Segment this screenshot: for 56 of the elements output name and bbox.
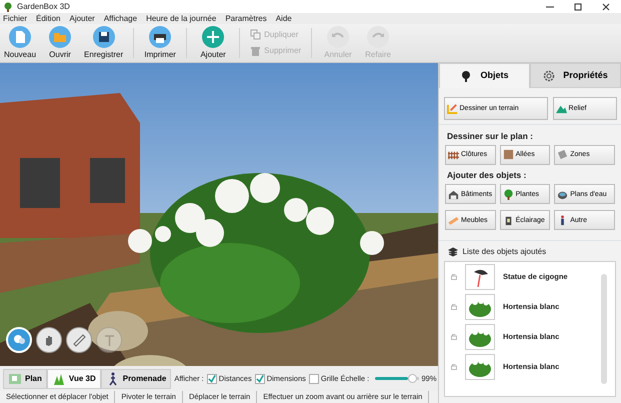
paving-icon <box>502 149 514 160</box>
menu-item[interactable]: Édition <box>36 12 60 24</box>
checkbox[interactable] <box>206 374 217 384</box>
maximize-icon <box>574 2 582 10</box>
menu-item[interactable]: Fichier <box>3 12 28 24</box>
checkbox[interactable] <box>254 374 265 384</box>
document-icon <box>9 26 32 48</box>
menu-item[interactable]: Aide <box>276 12 292 24</box>
close-icon <box>602 2 610 10</box>
toolbar-button[interactable]: Nouveau <box>0 24 40 62</box>
copy-icon <box>250 29 262 40</box>
checkmark-icon <box>208 374 216 383</box>
section-heading: Ajouter des objets : <box>446 169 528 182</box>
tree-icon <box>3 2 13 12</box>
tree-icon <box>460 70 472 82</box>
padlock-icon <box>451 273 457 280</box>
view-mode-tab[interactable]: Vue 3D <box>46 368 101 388</box>
section-heading: Dessiner sur le plan : <box>446 130 534 142</box>
scrollbar[interactable] <box>601 274 607 384</box>
view-mode-tab[interactable]: Plan <box>3 368 47 388</box>
tree-icon <box>502 188 514 200</box>
list-heading: Liste des objets ajoutés <box>462 246 546 258</box>
toolbar-button[interactable]: Ajouter <box>193 24 234 62</box>
toolbar-button[interactable]: Enregistrer <box>80 24 128 62</box>
padlock-icon <box>451 333 457 340</box>
map-icon <box>8 372 22 386</box>
gear-icon <box>543 70 556 82</box>
menu-item[interactable]: Heure de la journée <box>146 12 216 24</box>
padlock-icon <box>451 363 457 370</box>
toolbar-button[interactable]: Ouvrir <box>40 24 80 62</box>
toolbar-button[interactable]: Imprimer <box>140 24 180 62</box>
bench-icon <box>448 214 459 226</box>
trash-icon <box>250 46 262 57</box>
folder-icon <box>49 26 72 48</box>
text-tool-icon <box>102 333 116 347</box>
layers-icon <box>448 246 458 256</box>
padlock-icon <box>451 303 457 310</box>
ruler-icon <box>72 333 86 347</box>
plus-icon <box>202 26 224 48</box>
menu-item[interactable]: Paramètres <box>225 12 267 24</box>
house-icon <box>448 188 459 200</box>
floppy-disk-icon <box>92 26 115 48</box>
menu-item[interactable]: Ajouter <box>69 12 95 24</box>
fence-icon <box>448 149 459 160</box>
menu-item[interactable]: Affichage <box>104 12 138 24</box>
checkbox[interactable] <box>308 374 319 384</box>
zone-icon <box>557 149 568 160</box>
panel-tab[interactable]: Propriétés <box>530 63 621 88</box>
view-mode-tab[interactable]: Promenade <box>100 368 172 388</box>
checkmark-icon <box>256 374 264 383</box>
slider-track <box>416 377 419 380</box>
printer-icon <box>149 26 172 48</box>
slider-thumb[interactable] <box>408 374 417 383</box>
pencil-icon <box>446 102 458 114</box>
panel-tab[interactable]: Objets <box>439 63 530 88</box>
window-title: GardenBox 3D <box>17 0 70 12</box>
